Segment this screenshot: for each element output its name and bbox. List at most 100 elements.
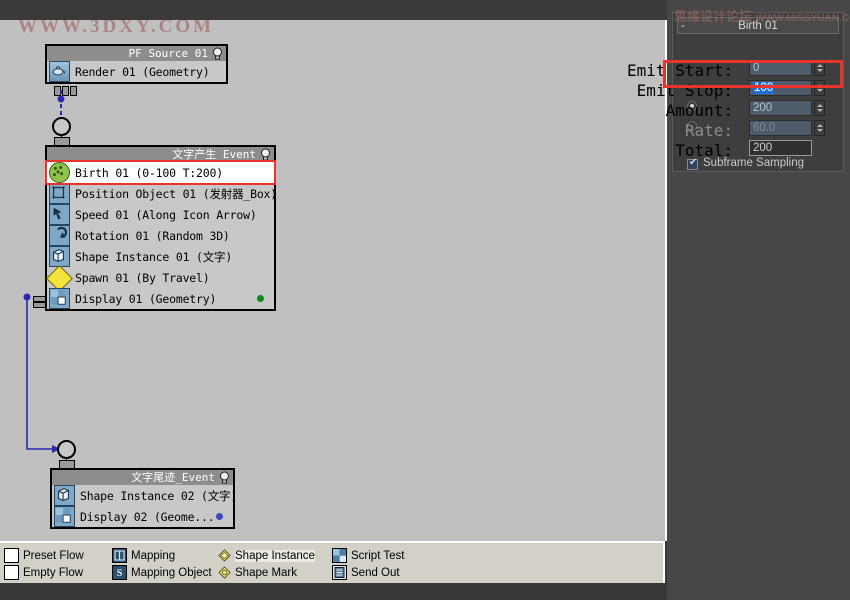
position-object-icon bbox=[49, 183, 70, 204]
speed-icon bbox=[49, 204, 70, 225]
lightbulb-icon[interactable] bbox=[259, 148, 272, 161]
depot-label: Mapping bbox=[131, 549, 176, 562]
emit-stop-spinner[interactable] bbox=[814, 80, 825, 96]
display-status-dot[interactable] bbox=[257, 295, 264, 302]
depot-item-script-test[interactable]: Script Test bbox=[332, 547, 404, 564]
depot-label: Mapping Object bbox=[131, 566, 212, 579]
operator-label: Position Object 01 (发射器_Box) bbox=[75, 186, 277, 201]
depot-label: Shape Mark bbox=[235, 566, 298, 579]
rollout-title: Birth 01 bbox=[738, 20, 778, 32]
emit-start-label: Emit Start: bbox=[627, 61, 733, 80]
event-input-connector-trail[interactable] bbox=[57, 440, 76, 459]
birth-icon bbox=[49, 162, 70, 183]
lightbulb-icon[interactable] bbox=[218, 471, 231, 484]
svg-text:S: S bbox=[117, 568, 123, 579]
app-window: WWW.3DXY.COM PF Source 01 Render 01 (Geo… bbox=[0, 0, 850, 600]
emit-stop-field[interactable]: 100 bbox=[749, 80, 812, 96]
operator-row-rotation[interactable]: Rotation 01 (Random 3D) bbox=[47, 225, 274, 246]
rate-value: 60.0 bbox=[753, 122, 776, 134]
pf-source-title: PF Source 01 bbox=[128, 47, 208, 60]
depot-label: Send Out bbox=[351, 566, 400, 579]
node-pf-source[interactable]: PF Source 01 Render 01 (Geometry) bbox=[45, 44, 228, 84]
operator-label: Render 01 (Geometry) bbox=[75, 64, 210, 79]
shape-mark-icon bbox=[218, 566, 231, 579]
operator-label: Display 01 (Geometry) bbox=[75, 291, 217, 306]
watermark-top: WWW.3DXY.COM bbox=[18, 20, 215, 37]
total-field: 200 bbox=[749, 140, 812, 156]
subframe-sampling-checkbox[interactable] bbox=[687, 157, 698, 170]
event-trail-title-bar[interactable]: 文字尾迹_Event bbox=[52, 470, 233, 485]
operator-row-speed[interactable]: Speed 01 (Along Icon Arrow) bbox=[47, 204, 274, 225]
rate-label: Rate: bbox=[684, 121, 733, 140]
lightbulb-icon[interactable] bbox=[211, 47, 224, 60]
operator-row-display-2[interactable]: Display 02 (Geome... bbox=[52, 506, 233, 527]
script-test-icon bbox=[332, 548, 347, 563]
teapot-icon bbox=[49, 61, 70, 82]
send-out-icon bbox=[332, 565, 347, 580]
operator-row-display[interactable]: Display 01 (Geometry) bbox=[47, 288, 274, 309]
amount-label: Amount: bbox=[665, 101, 733, 120]
depot-item-mapping[interactable]: Mapping bbox=[112, 547, 175, 564]
mapping-object-icon: S bbox=[112, 565, 127, 580]
display-status-dot[interactable] bbox=[216, 513, 223, 520]
wire-spawn-to-trail-event bbox=[23, 293, 60, 453]
depot-item-shape-instance[interactable]: Shape Instance bbox=[218, 547, 315, 564]
rotation-icon bbox=[49, 225, 70, 246]
depot-label: Script Test bbox=[351, 549, 405, 562]
depot-item-preset-flow[interactable]: Preset Flow bbox=[4, 547, 84, 564]
operator-label: Speed 01 (Along Icon Arrow) bbox=[75, 207, 257, 222]
operator-label: Shape Instance 01 (文字) bbox=[75, 249, 233, 264]
depot-label: Empty Flow bbox=[23, 566, 84, 579]
operator-label: Spawn 01 (By Travel) bbox=[75, 270, 210, 285]
amount-spinner[interactable] bbox=[814, 100, 825, 116]
shape-instance-icon bbox=[54, 485, 75, 506]
preset-flow-icon bbox=[4, 548, 19, 563]
rollout-toggle[interactable]: - bbox=[681, 18, 685, 34]
emit-stop-label: Emit Stop: bbox=[636, 81, 733, 100]
operator-label: Rotation 01 (Random 3D) bbox=[75, 228, 230, 243]
event-birth-rows: Birth 01 (0-100 T:200) Position Object 0… bbox=[45, 160, 277, 309]
mapping-icon bbox=[112, 548, 127, 563]
depot-item-mapping-object[interactable]: S Mapping Object bbox=[112, 564, 212, 581]
depot-item-empty-flow[interactable]: Empty Flow bbox=[4, 564, 83, 581]
operator-row-shape-instance[interactable]: Shape Instance 01 (文字) bbox=[47, 246, 274, 267]
shape-instance-icon bbox=[49, 246, 70, 267]
emit-stop-value: 100 bbox=[753, 82, 775, 94]
operator-row[interactable]: Render 01 (Geometry) bbox=[47, 61, 226, 82]
amount-field[interactable]: 200 bbox=[749, 100, 812, 116]
operator-row-position[interactable]: Position Object 01 (发射器_Box) bbox=[47, 183, 277, 204]
operator-row-shape-instance-2[interactable]: Shape Instance 02 (文字) bbox=[52, 485, 237, 506]
command-panel: - Birth 01 Emit Start: 0 Emit Stop: 100 … bbox=[627, 0, 850, 600]
shape-instance-icon bbox=[218, 549, 231, 562]
event-trail-title: 文字尾迹_Event bbox=[131, 471, 215, 484]
rate-spinner[interactable] bbox=[814, 120, 825, 136]
subframe-sampling-label: Subframe Sampling bbox=[703, 157, 804, 169]
pf-source-rows: Render 01 (Geometry) bbox=[47, 61, 226, 82]
total-value: 200 bbox=[753, 142, 773, 154]
empty-flow-icon bbox=[4, 565, 19, 580]
depot-label: Preset Flow bbox=[23, 549, 84, 562]
emit-start-field[interactable]: 0 bbox=[749, 60, 812, 76]
depot-label: Shape Instance bbox=[235, 549, 315, 562]
display-icon bbox=[54, 506, 75, 527]
amount-value: 200 bbox=[753, 102, 773, 114]
pf-source-title-bar[interactable]: PF Source 01 bbox=[47, 46, 226, 61]
operator-label: Birth 01 (0-100 T:200) bbox=[75, 165, 223, 180]
emit-start-spinner[interactable] bbox=[814, 60, 825, 76]
operator-label: Display 02 (Geome... bbox=[80, 509, 215, 524]
event-trail-rows: Shape Instance 02 (文字) Display 02 (Geome… bbox=[52, 485, 237, 527]
event-input-connector-birth[interactable] bbox=[52, 117, 71, 136]
depot-item-shape-mark[interactable]: Shape Mark bbox=[218, 564, 297, 581]
depot-item-send-out[interactable]: Send Out bbox=[332, 564, 400, 581]
operator-row-spawn[interactable]: Spawn 01 (By Travel) bbox=[46, 264, 274, 292]
birth-rollout: - Birth 01 Emit Start: 0 Emit Stop: 100 … bbox=[627, 12, 844, 172]
operator-row-birth[interactable]: Birth 01 (0-100 T:200) bbox=[45, 160, 276, 185]
particle-view-canvas[interactable]: WWW.3DXY.COM PF Source 01 Render 01 (Geo… bbox=[0, 20, 667, 541]
event-birth-title-bar[interactable]: 文字产生_Event bbox=[47, 147, 274, 162]
node-event-trail[interactable]: 文字尾迹_Event Shape Instance 02 (文字) Displa… bbox=[50, 468, 237, 529]
event-birth-title: 文字产生_Event bbox=[172, 148, 256, 161]
operator-label: Shape Instance 02 (文字) bbox=[80, 488, 238, 503]
rate-field: 60.0 bbox=[749, 120, 812, 136]
rollout-header[interactable]: - Birth 01 bbox=[677, 17, 839, 34]
node-event-birth[interactable]: 文字产生_Event Birth 01 (0-100 T:200) Positi… bbox=[45, 145, 277, 311]
